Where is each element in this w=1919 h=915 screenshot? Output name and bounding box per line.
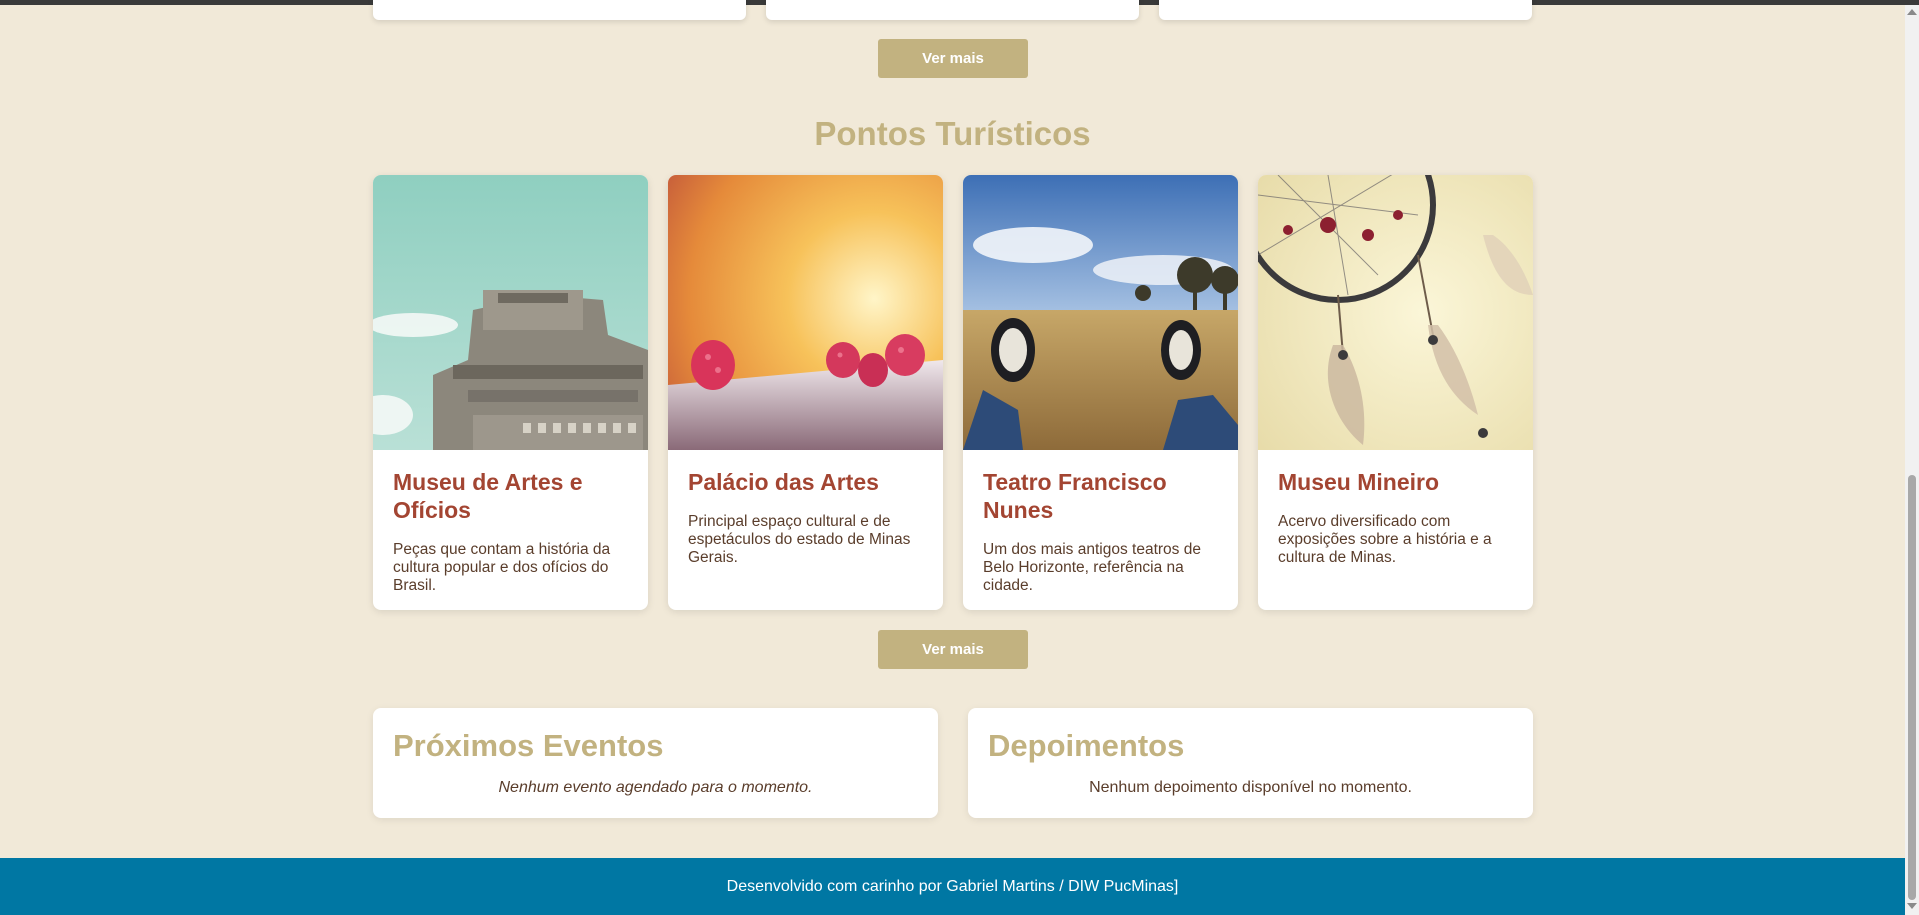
card-title: Museu Mineiro [1278,469,1440,495]
tourist-card[interactable]: Museu de Artes e Ofícios Peças que conta… [373,175,648,610]
ver-mais-button-tourist[interactable]: Ver mais [878,630,1028,669]
previous-card [766,0,1139,20]
card-description: Peças que contam a história da cultura p… [393,541,611,594]
footer: Desenvolvido com carinho por Gabriel Mar… [0,858,1905,915]
vertical-scrollbar[interactable] [1905,5,1919,915]
testimonials-title: Depoimentos [988,728,1185,763]
tourist-cards-grid: Museu de Artes e Ofícios Peças que conta… [373,175,1533,610]
card-description: Acervo diversificado com exposições sobr… [1278,513,1492,566]
tourist-card[interactable]: Teatro Francisco Nunes Um dos mais antig… [963,175,1238,610]
card-title: Museu de Artes e Ofícios [393,469,583,523]
card-description: Principal espaço cultural e de espetácul… [688,513,911,566]
testimonials-empty-text: Nenhum depoimento disponível no momento. [1089,779,1412,796]
events-panel: Próximos Eventos Nenhum evento agendado … [373,708,938,818]
card-title: Teatro Francisco Nunes [983,469,1167,523]
testimonials-panel: Depoimentos Nenhum depoimento disponível… [968,708,1533,818]
tourist-card[interactable]: Palácio das Artes Principal espaço cultu… [668,175,943,610]
dreamcatcher-image [1258,175,1533,450]
field-sneakers-image [963,175,1238,450]
raspberries-image [668,175,943,450]
tourist-card[interactable]: Museu Mineiro Acervo diversificado com e… [1258,175,1533,610]
card-title: Palácio das Artes [688,469,879,495]
previous-section-cards [373,0,1533,20]
scrollbar-thumb[interactable] [1908,475,1916,900]
tourist-section-title: Pontos Turísticos [814,115,1091,152]
events-empty-text: Nenhum evento agendado para o momento. [498,779,813,796]
building-image [373,175,648,450]
events-title: Próximos Eventos [393,728,664,763]
previous-card [373,0,746,20]
previous-card [1159,0,1532,20]
scroll-up-arrow-icon[interactable] [1907,9,1917,15]
ver-mais-button-previous[interactable]: Ver mais [878,39,1028,78]
scroll-down-arrow-icon[interactable] [1907,903,1917,909]
card-description: Um dos mais antigos teatros de Belo Hori… [983,541,1201,594]
footer-text: Desenvolvido com carinho por Gabriel Mar… [726,877,1179,895]
